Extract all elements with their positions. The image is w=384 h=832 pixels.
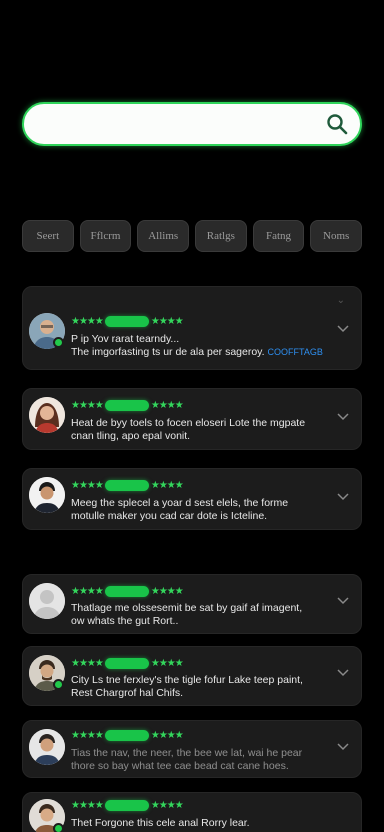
review-text: Meeg the splecel a yoar d sest elels, th… xyxy=(71,497,289,522)
star-rating: ★★★★ ★★★★ xyxy=(71,799,184,811)
avatar xyxy=(29,583,65,619)
review-card[interactable]: ★★★★ ★★★★ Thet Forgone this cele anal Ror… xyxy=(22,792,362,832)
filter-chip-ratings[interactable]: Ratlgs xyxy=(195,220,247,252)
filter-chip-all[interactable]: Allims xyxy=(137,220,190,252)
review-card[interactable]: ⌄ ★★★★ ★★★★ P ip Yov rarat tearndy... The… xyxy=(22,286,362,370)
filter-chip-noms[interactable]: Noms xyxy=(310,220,363,252)
drag-handle-icon[interactable]: ⌄ xyxy=(337,295,345,306)
star-rating: ★★★★ ★★★★ xyxy=(71,585,184,597)
review-card[interactable]: ★★★★ ★★★★ City Ls tne ferxley's the tigle… xyxy=(22,646,362,706)
star-rating: ★★★★ ★★★★ xyxy=(71,479,184,491)
avatar xyxy=(29,397,65,433)
filter-chip-sort[interactable]: Seert xyxy=(22,220,74,252)
star-rating: ★★★★ ★★★★ xyxy=(71,729,184,741)
star-rating: ★★★★ ★★★★ xyxy=(71,399,184,411)
star-rating: ★★★★ ★★★★ xyxy=(71,315,184,327)
filter-chip-form[interactable]: Fflcrm xyxy=(79,220,132,252)
review-card[interactable]: ★★★★ ★★★★ Heat de byy toels to focen elos… xyxy=(22,388,362,450)
search-icon[interactable] xyxy=(326,113,348,135)
review-link[interactable]: COOFFTAGB xyxy=(268,347,323,357)
review-card[interactable]: ★★★★ ★★★★ Tias the nav, the neer, the bee… xyxy=(22,720,362,778)
review-text: Tias the nav, the neer, the bee we lat, … xyxy=(71,747,303,772)
review-card[interactable]: ★★★★ ★★★★ Thatlage me olssesemit be sat b… xyxy=(22,574,362,634)
avatar xyxy=(29,477,65,513)
review-text: Thet Forgone this cele anal Rorry lear. xyxy=(71,817,250,829)
chevron-down-icon[interactable] xyxy=(337,597,349,605)
online-status-dot xyxy=(53,823,64,832)
review-text: City Ls tne ferxley's the tigle fofur La… xyxy=(71,674,303,699)
review-text: Thatlage me olssesemit be sat by gaif af… xyxy=(71,602,303,627)
online-status-dot xyxy=(53,337,64,348)
filter-chip-row: Seert Fflcrm Allims Ratlgs Fatng Noms xyxy=(22,220,363,252)
chevron-down-icon[interactable] xyxy=(337,669,349,677)
avatar xyxy=(29,729,65,765)
review-card[interactable]: ★★★★ ★★★★ Meeg the splecel a yoar d sest … xyxy=(22,468,362,530)
review-text: Heat de byy toels to focen eloseri Lote … xyxy=(71,417,306,442)
filter-chip-rating[interactable]: Fatng xyxy=(252,220,305,252)
search-input[interactable] xyxy=(40,104,330,144)
chevron-down-icon[interactable] xyxy=(337,413,349,421)
review-text: P ip Yov rarat tearndy... The imgorfasti… xyxy=(71,333,323,358)
chevron-down-icon[interactable] xyxy=(337,493,349,501)
search-bar[interactable] xyxy=(22,102,362,146)
chevron-down-icon[interactable] xyxy=(337,325,349,333)
chevron-down-icon[interactable] xyxy=(337,743,349,751)
star-rating: ★★★★ ★★★★ xyxy=(71,657,184,669)
online-status-dot xyxy=(53,679,64,690)
